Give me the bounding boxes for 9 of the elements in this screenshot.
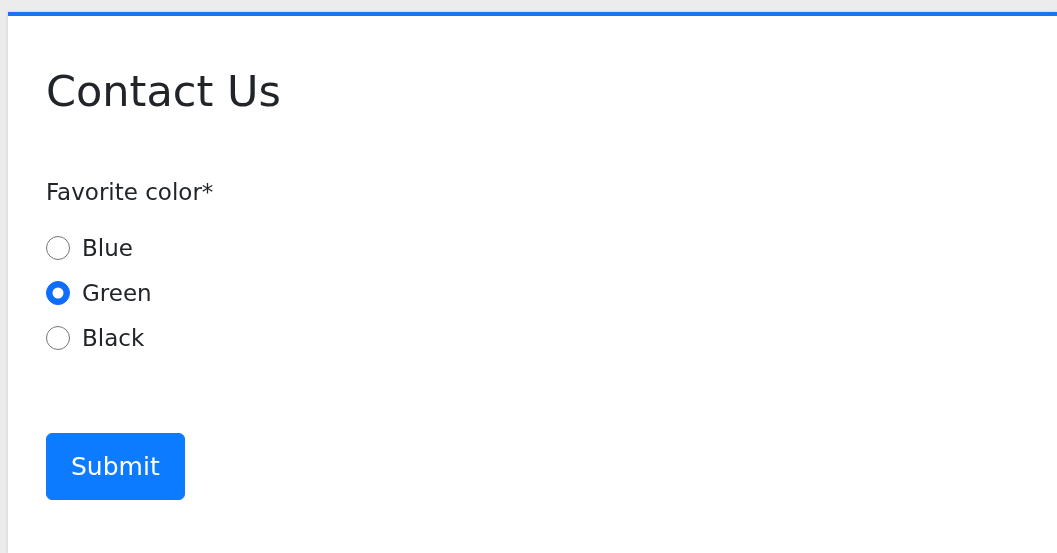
option-label[interactable]: Black bbox=[82, 321, 145, 356]
field-label: Favorite color* bbox=[46, 178, 214, 208]
radio-button[interactable] bbox=[46, 326, 70, 351]
submit-button[interactable]: Submit bbox=[46, 432, 185, 501]
option-label[interactable]: Blue bbox=[82, 231, 133, 266]
option-label[interactable]: Green bbox=[82, 276, 152, 311]
radio-button[interactable] bbox=[46, 236, 70, 261]
page-title: Contact Us bbox=[46, 68, 282, 116]
radio-button[interactable] bbox=[46, 281, 70, 306]
